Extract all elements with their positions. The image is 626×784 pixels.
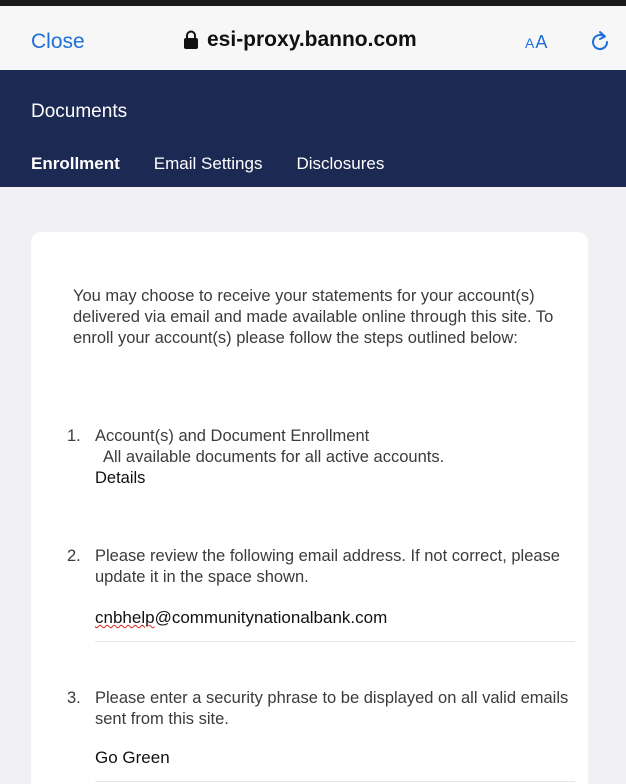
enrollment-card: You may choose to receive your statement… bbox=[31, 232, 588, 784]
details-link[interactable]: Details bbox=[95, 468, 587, 489]
step-number: 3. bbox=[67, 689, 81, 707]
close-button[interactable]: Close bbox=[31, 30, 85, 54]
step-3: 3. Please enter a security phrase to be … bbox=[67, 688, 587, 730]
step-title: Please review the following email addres… bbox=[95, 547, 560, 586]
address-bar[interactable]: esi-proxy.banno.com bbox=[183, 28, 417, 52]
text-size-large-label: A bbox=[535, 32, 549, 52]
text-size-button[interactable]: AA bbox=[525, 32, 548, 53]
security-phrase-field[interactable]: Go Green bbox=[95, 740, 575, 782]
tab-enrollment[interactable]: Enrollment bbox=[31, 154, 120, 174]
step-number: 1. bbox=[67, 427, 81, 445]
reload-icon[interactable] bbox=[588, 30, 612, 54]
step-description: All available documents for all active a… bbox=[103, 448, 445, 466]
lock-icon bbox=[184, 30, 198, 49]
step-title: Account(s) and Document Enrollment bbox=[95, 427, 370, 445]
step-1: 1. Account(s) and Document Enrollment All… bbox=[67, 426, 587, 489]
step-title: Please enter a security phrase to be dis… bbox=[95, 689, 569, 728]
tab-disclosures[interactable]: Disclosures bbox=[296, 154, 384, 174]
browser-toolbar: Close esi-proxy.banno.com AA bbox=[0, 0, 626, 76]
documents-header: Documents Enrollment Email Settings Disc… bbox=[0, 70, 626, 187]
email-field[interactable]: cnbhelp@communitynationalbank.com bbox=[95, 600, 575, 642]
email-value-prefix: cnbhelp bbox=[95, 608, 155, 627]
page-title: Documents bbox=[31, 101, 128, 122]
text-size-small-label: A bbox=[525, 35, 536, 51]
intro-text: You may choose to receive your statement… bbox=[73, 287, 554, 347]
tab-email-settings[interactable]: Email Settings bbox=[154, 154, 263, 174]
email-value-suffix: @communitynationalbank.com bbox=[154, 608, 388, 627]
tab-bar: Enrollment Email Settings Disclosures bbox=[31, 154, 418, 174]
step-2: 2. Please review the following email add… bbox=[67, 546, 587, 588]
step-number: 2. bbox=[67, 547, 81, 565]
url-text: esi-proxy.banno.com bbox=[207, 28, 417, 51]
